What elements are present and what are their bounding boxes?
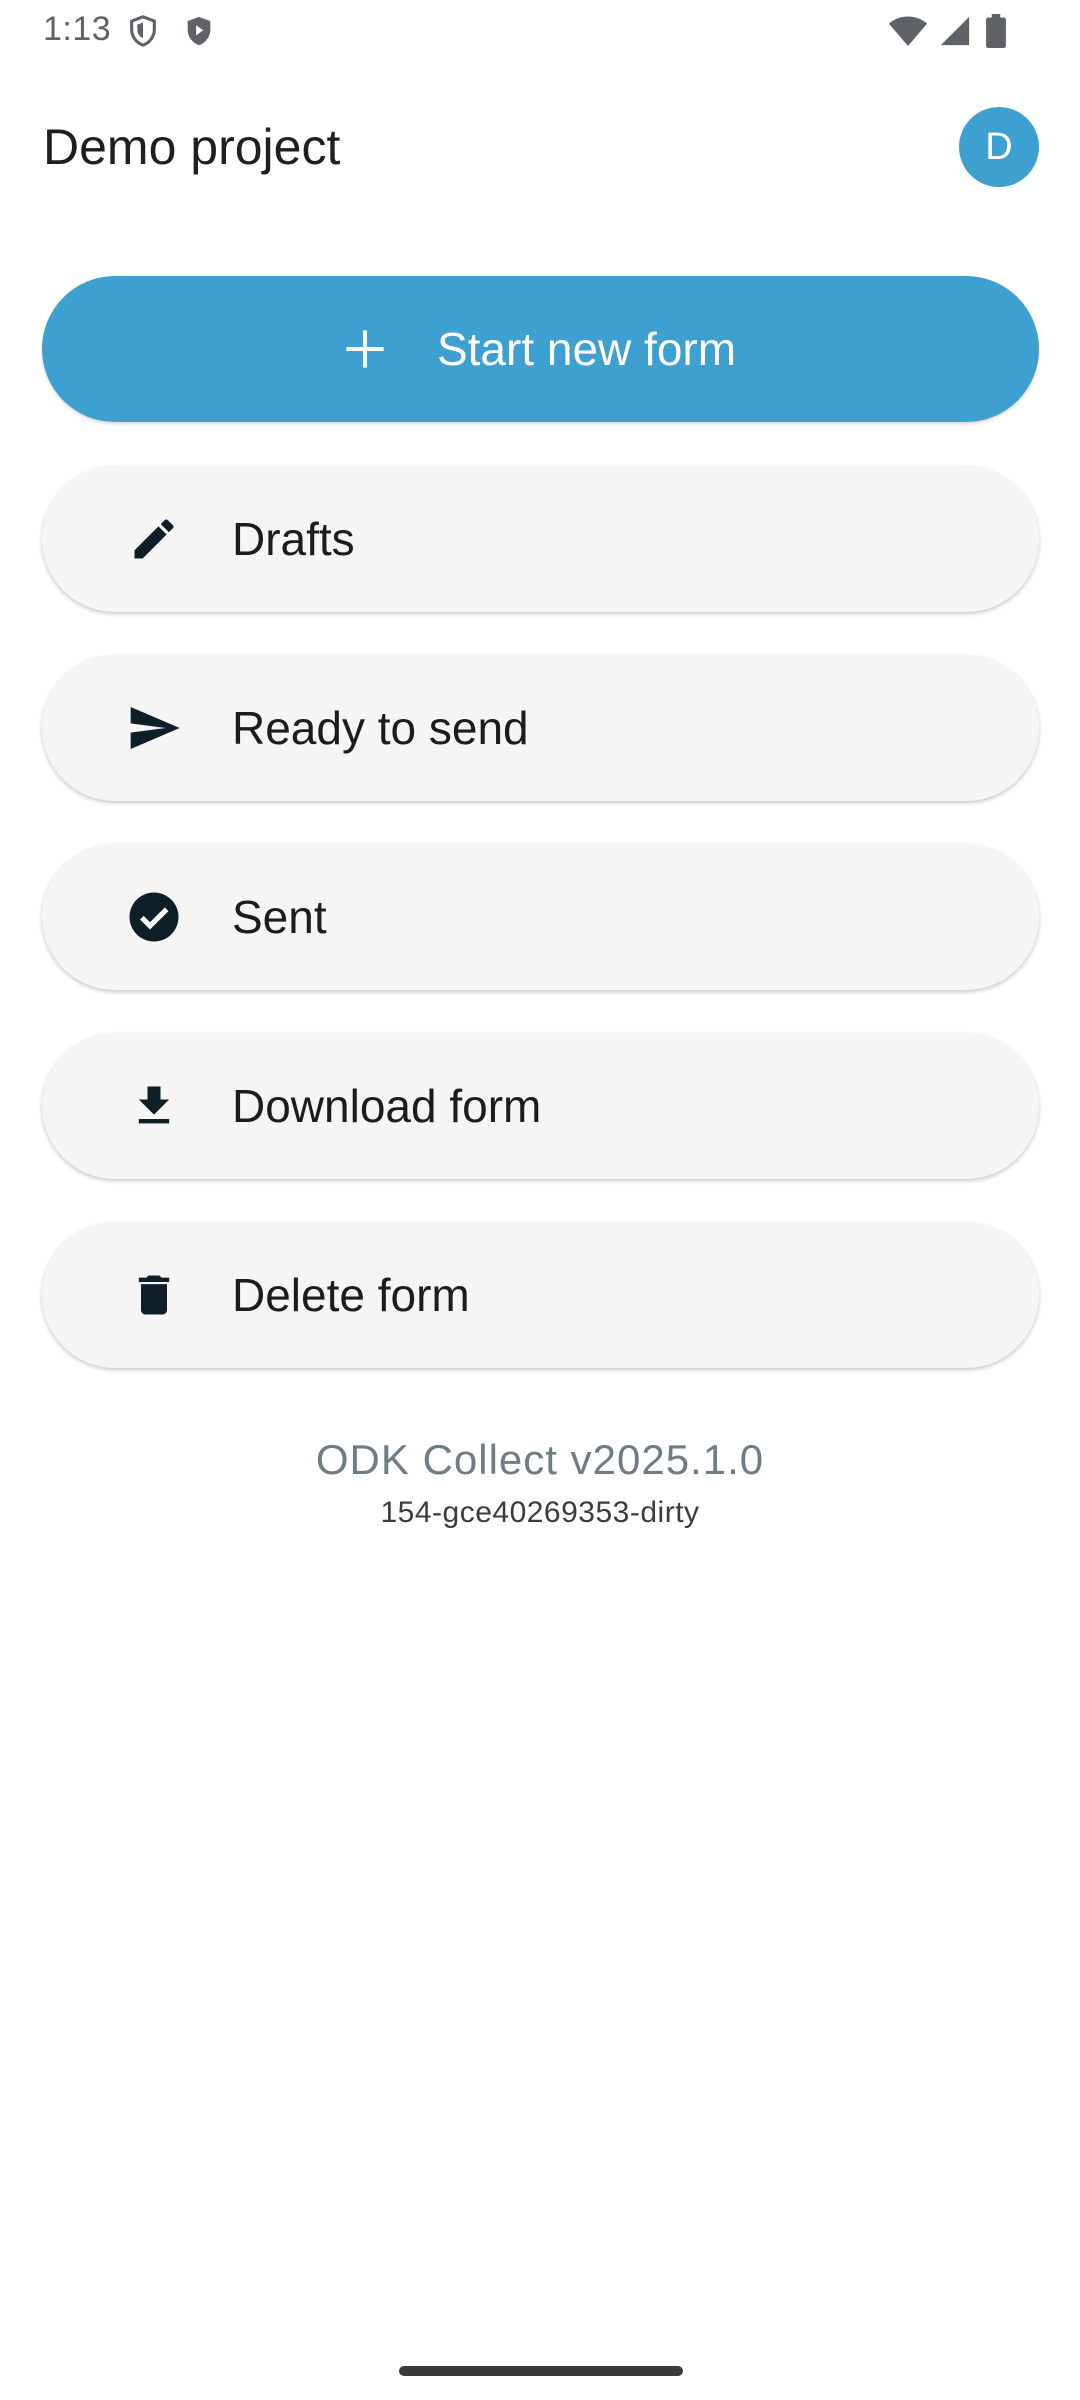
sent-button[interactable]: Sent (42, 844, 1039, 990)
shield-outline-icon (126, 14, 160, 48)
main-menu-screen: 1:13 Demo project D Start new form Draft… (0, 0, 1080, 2400)
shield-play-icon (182, 14, 216, 48)
download-icon (124, 1076, 184, 1136)
status-bar: 1:13 (0, 0, 1080, 62)
project-title: Demo project (43, 119, 341, 175)
start-new-form-label: Start new form (436, 323, 737, 375)
plus-icon (345, 329, 385, 369)
start-new-form-button[interactable]: Start new form (42, 276, 1039, 422)
check-circle-icon (124, 887, 184, 947)
delete-form-label: Delete form (232, 1269, 470, 1321)
gesture-navigation-bar[interactable] (399, 2366, 683, 2376)
signal-icon (938, 14, 972, 48)
send-icon (124, 698, 184, 758)
ready-to-send-button[interactable]: Ready to send (42, 655, 1039, 801)
ready-to-send-label: Ready to send (232, 702, 529, 754)
wifi-icon (888, 14, 928, 48)
battery-icon (984, 14, 1008, 48)
download-form-label: Download form (232, 1080, 542, 1132)
pencil-icon (124, 509, 184, 569)
download-form-button[interactable]: Download form (42, 1033, 1039, 1179)
sent-label: Sent (232, 891, 327, 943)
delete-form-button[interactable]: Delete form (42, 1222, 1039, 1368)
drafts-button[interactable]: Drafts (42, 466, 1039, 612)
project-avatar-button[interactable]: D (959, 107, 1039, 187)
status-time: 1:13 (43, 10, 112, 48)
avatar-initial: D (985, 125, 1013, 168)
trash-icon (124, 1265, 184, 1325)
app-version: ODK Collect v2025.1.0 (315, 1436, 765, 1483)
drafts-label: Drafts (232, 513, 355, 565)
build-id: 154-gce40269353-dirty (380, 1496, 700, 1529)
